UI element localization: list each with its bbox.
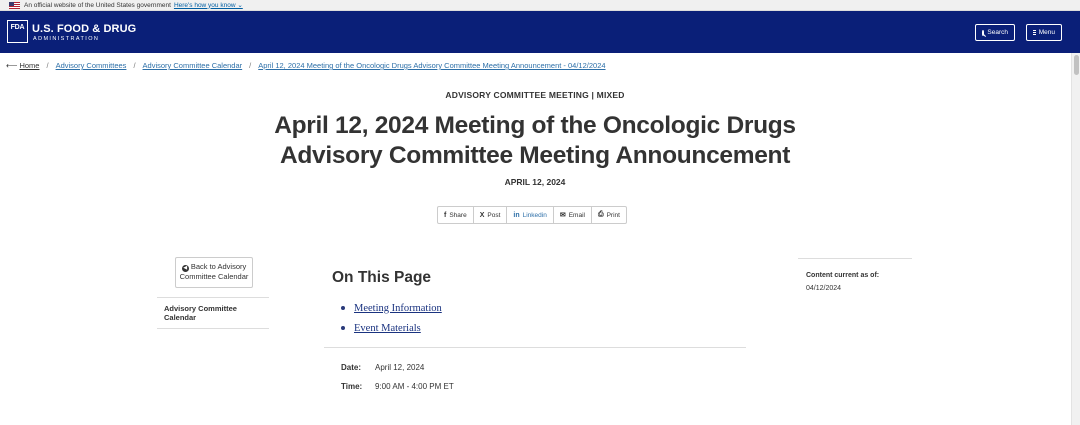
hamburger-icon [1033,30,1036,35]
print-icon: ⎙ [597,211,604,218]
site-header: FDA U.S. FOOD & DRUG ADMINISTRATION Sear… [0,11,1080,53]
toc-item: Meeting Information [341,298,442,318]
divider [324,347,746,348]
sidebar-item-calendar[interactable]: Advisory Committee Calendar [157,297,269,329]
search-icon [982,29,985,36]
menu-button[interactable]: Menu [1026,24,1062,41]
email-icon: ✉ [559,212,566,219]
print-button[interactable]: ⎙ Print [592,207,626,223]
search-button[interactable]: Search [975,24,1015,41]
x-icon: X [479,211,485,219]
meeting-time-value: 9:00 AM - 4:00 PM ET [375,382,454,391]
scrollbar-thumb[interactable] [1074,55,1079,75]
page-date: APRIL 12, 2024 [504,177,566,187]
brand-subtitle: ADMINISTRATION [33,36,100,42]
breadcrumb-home[interactable]: Home [19,61,39,70]
back-circle-icon: ◀ [181,265,189,272]
content-current-label: Content current as of: [806,272,880,279]
on-this-page-list: Meeting Information Event Materials [341,298,442,338]
us-flag-icon [9,1,20,9]
linkedin-icon: in [513,211,520,219]
fda-logo[interactable]: FDA [7,20,28,43]
gov-banner-text: An official website of the United States… [24,1,171,9]
back-to-calendar-button[interactable]: ◀ Back to Advisory Committee Calendar [175,257,253,288]
breadcrumb-calendar[interactable]: Advisory Committee Calendar [143,61,243,70]
share-facebook-button[interactable]: f Share [438,207,474,223]
share-email-button[interactable]: ✉ Email [554,207,592,223]
toc-item: Event Materials [341,318,442,338]
meeting-time-row: Time: 9:00 AM - 4:00 PM ET [341,382,454,391]
breadcrumb-current-page[interactable]: April 12, 2024 Meeting of the Oncologic … [258,61,605,70]
heres-how-you-know-link[interactable]: Here's how you know ⌄ [174,0,243,11]
page-title: April 12, 2024 Meeting of the Oncologic … [274,112,796,169]
share-x-button[interactable]: X Post [474,207,508,223]
search-button-label: Search [987,29,1008,36]
page-scrollbar[interactable] [1071,53,1080,425]
toc-link-meeting-information[interactable]: Meeting Information [354,303,442,314]
page-eyebrow: ADVISORY COMMITTEE MEETING | MIXED [445,90,625,100]
toc-link-event-materials[interactable]: Event Materials [354,323,421,334]
facebook-icon: f [444,211,447,219]
brand-name[interactable]: U.S. FOOD & DRUG [32,23,136,35]
breadcrumb-advisory-committees[interactable]: Advisory Committees [56,61,127,70]
meeting-date-value: April 12, 2024 [375,363,425,372]
aside-divider [798,258,912,259]
breadcrumb: ⟵ Home / Advisory Committees / Advisory … [6,61,606,70]
menu-button-label: Menu [1038,29,1055,36]
meeting-date-row: Date: April 12, 2024 [341,363,425,372]
share-linkedin-button[interactable]: in Linkedin [507,207,554,223]
back-arrow-icon: ⟵ [6,61,18,70]
on-this-page-heading: On This Page [332,269,432,286]
share-bar: f Share X Post in Linkedin ✉ Email ⎙ Pri… [437,206,627,224]
gov-banner: An official website of the United States… [0,0,1080,11]
content-current-date: 04/12/2024 [806,285,842,292]
